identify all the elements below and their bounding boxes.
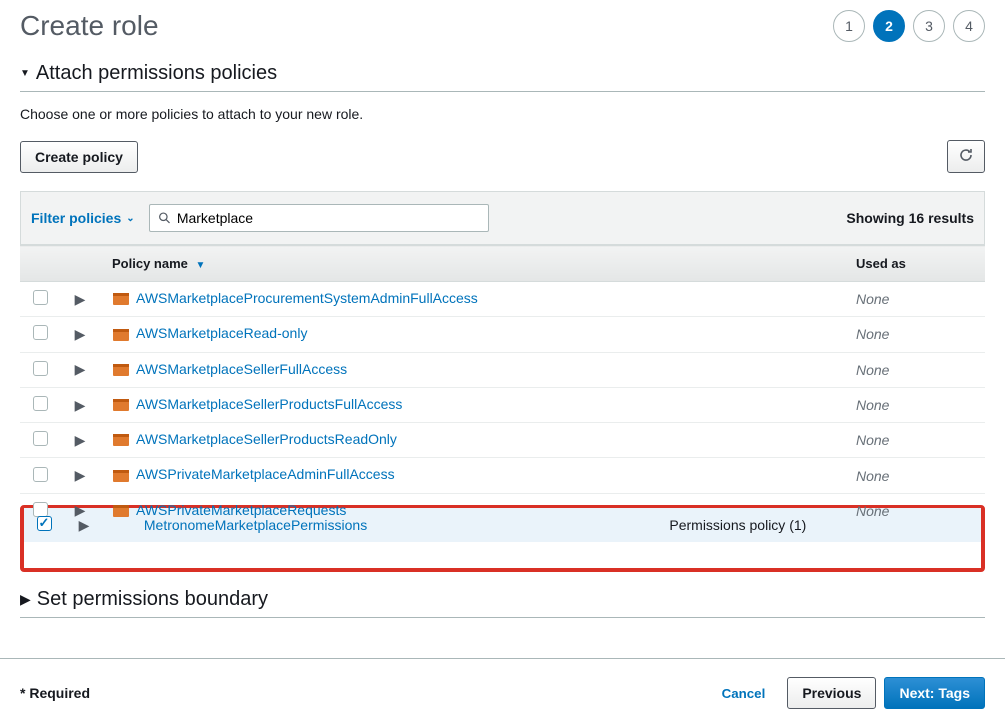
table-row[interactable]: ▶ AWSPrivateMarketplaceAdminFullAccess Non… xyxy=(20,458,985,493)
used-as-cell: None xyxy=(844,387,985,422)
table-row[interactable]: ▶ AWSMarketplaceSellerFullAccess None xyxy=(20,352,985,387)
create-policy-button[interactable]: Create policy xyxy=(20,141,138,173)
step-2[interactable]: 2 xyxy=(873,10,905,42)
policy-link[interactable]: AWSPrivateMarketplaceAdminFullAccess xyxy=(136,466,395,482)
previous-button[interactable]: Previous xyxy=(787,677,876,709)
required-label: * Required xyxy=(20,685,90,701)
sort-down-icon: ▼ xyxy=(196,260,206,271)
policy-link[interactable]: AWSPrivateMarketplaceRequests xyxy=(136,502,346,518)
used-as-cell: None xyxy=(844,458,985,493)
wizard-steps: 1 2 3 4 xyxy=(833,10,985,42)
search-icon xyxy=(158,211,171,225)
chevron-down-icon: ▼ xyxy=(20,68,30,79)
expand-row-icon[interactable]: ▶ xyxy=(60,352,100,387)
chevron-right-icon: ▶ xyxy=(20,591,31,608)
table-row[interactable]: ▶ AWSMarketplaceSellerProductsReadOnly Non… xyxy=(20,423,985,458)
expand-row-icon[interactable]: ▶ xyxy=(60,387,100,422)
step-3[interactable]: 3 xyxy=(913,10,945,42)
row-checkbox[interactable] xyxy=(33,325,48,340)
expand-row-icon[interactable]: ▶ xyxy=(60,423,100,458)
row-checkbox[interactable] xyxy=(33,290,48,305)
col-policy-name[interactable]: Policy name ▼ xyxy=(100,246,844,282)
col-policy-name-label: Policy name xyxy=(112,256,188,271)
row-checkbox[interactable] xyxy=(33,431,48,446)
used-as-cell: None xyxy=(844,352,985,387)
filter-bar: Filter policies ⌄ Showing 16 results xyxy=(20,191,985,245)
refresh-icon xyxy=(958,147,974,163)
col-checkbox xyxy=(20,246,60,282)
permissions-boundary-header[interactable]: ▶ Set permissions boundary xyxy=(20,588,985,618)
policies-table: Policy name ▼ Used as ▶ AWSMarketplacePro… xyxy=(20,245,985,529)
policy-link[interactable]: MetronomeMarketplacePermissions xyxy=(144,517,367,533)
used-as-cell: None xyxy=(844,282,985,317)
next-button[interactable]: Next: Tags xyxy=(884,677,985,709)
used-as-cell: None xyxy=(844,423,985,458)
row-checkbox[interactable] xyxy=(37,516,52,531)
filter-policies-label: Filter policies xyxy=(31,210,121,226)
col-used-as[interactable]: Used as xyxy=(844,246,985,282)
expand-row-icon[interactable]: ▶ xyxy=(60,317,100,352)
policy-link[interactable]: AWSMarketplaceProcurementSystemAdminFull… xyxy=(136,290,478,306)
table-row[interactable]: ▶ AWSMarketplaceRead-only None xyxy=(20,317,985,352)
used-as-cell: Permissions policy (1) xyxy=(657,508,981,542)
search-input[interactable] xyxy=(177,210,480,226)
step-1[interactable]: 1 xyxy=(833,10,865,42)
footer: * Required Cancel Previous Next: Tags xyxy=(0,658,1005,727)
refresh-button[interactable] xyxy=(947,140,985,173)
filter-policies-link[interactable]: Filter policies ⌄ xyxy=(31,210,135,226)
table-row[interactable]: ▶ AWSMarketplaceProcurementSystemAdminFul… xyxy=(20,282,985,317)
results-count: Showing 16 results xyxy=(846,210,974,226)
chevron-down-icon: ⌄ xyxy=(126,213,134,224)
policy-link[interactable]: AWSMarketplaceSellerProductsReadOnly xyxy=(136,431,397,447)
step-4[interactable]: 4 xyxy=(953,10,985,42)
policy-link[interactable]: AWSMarketplaceSellerFullAccess xyxy=(136,361,347,377)
permissions-boundary-title: Set permissions boundary xyxy=(37,588,268,611)
col-expand xyxy=(60,246,100,282)
page-title: Create role xyxy=(20,10,159,42)
policy-link[interactable]: AWSMarketplaceSellerProductsFullAccess xyxy=(136,396,402,412)
expand-row-icon[interactable]: ▶ xyxy=(60,458,100,493)
row-checkbox[interactable] xyxy=(33,396,48,411)
table-row[interactable]: ▶ AWSMarketplaceSellerProductsFullAccess N… xyxy=(20,387,985,422)
attach-description: Choose one or more policies to attach to… xyxy=(20,106,985,122)
row-checkbox[interactable] xyxy=(33,361,48,376)
search-box[interactable] xyxy=(149,204,489,232)
row-checkbox[interactable] xyxy=(33,467,48,482)
policy-link[interactable]: AWSMarketplaceRead-only xyxy=(136,325,307,341)
used-as-cell: None xyxy=(844,317,985,352)
attach-policies-title: Attach permissions policies xyxy=(36,62,277,85)
cancel-button[interactable]: Cancel xyxy=(708,679,780,708)
attach-policies-header[interactable]: ▼ Attach permissions policies xyxy=(20,62,985,92)
expand-row-icon[interactable]: ▶ xyxy=(60,282,100,317)
